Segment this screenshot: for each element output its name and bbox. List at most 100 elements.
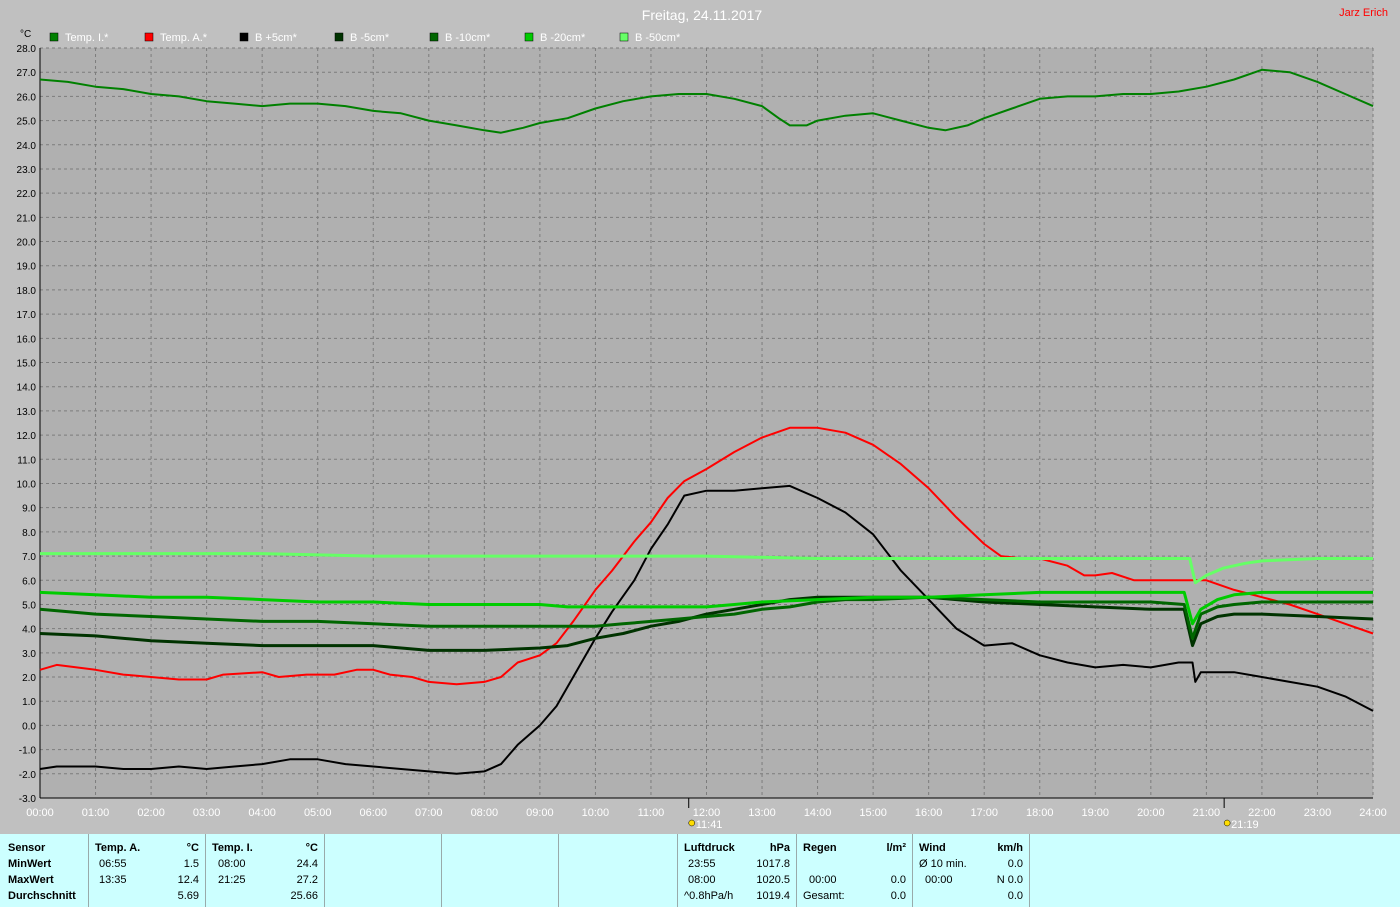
sunrise-icon [688, 819, 695, 827]
pressure-max-val: 1020.5 [756, 874, 790, 886]
y-tick-label: 19.0 [17, 262, 37, 273]
x-tick-label: 12:00 [693, 807, 721, 819]
max-label: MaxWert [8, 874, 54, 886]
marker-label-1: 11:41 [696, 819, 723, 831]
y-tick-label: 22.0 [17, 189, 37, 200]
avg-label: Durchschnitt [8, 890, 76, 902]
y-tick-label: 15.0 [17, 359, 37, 370]
rain-val: 0.0 [890, 874, 906, 886]
legend-swatch [619, 32, 629, 42]
temp-a-header: Temp. A. [95, 842, 141, 854]
y-tick-label: 7.0 [22, 552, 36, 563]
rain-unit: l/m² [886, 842, 906, 854]
pressure-trend: ^0.8hPa/h [684, 890, 734, 902]
x-tick-label: 10:00 [582, 807, 610, 819]
col-temp-a: Temp. A. °C 06:55 1.5 13:35 12.4 5.69 [89, 834, 206, 907]
y-tick-label: 28.0 [17, 44, 37, 55]
legend-swatch [334, 32, 344, 42]
y-tick-label: 16.0 [17, 334, 37, 345]
temp-i-header: Temp. I. [212, 842, 253, 854]
pressure-max-time: 08:00 [688, 874, 716, 886]
temp-a-avg: 5.69 [177, 890, 199, 902]
x-tick-label: 24:00 [1359, 807, 1387, 819]
y-tick-label: 24.0 [17, 141, 37, 152]
y-tick-label: -3.0 [19, 794, 37, 805]
col-wind: Wind km/h Ø 10 min. 0.0 00:00 N 0.0 0.0 [913, 834, 1030, 907]
x-tick-label: 19:00 [1082, 807, 1110, 819]
wind-avg-label: Ø 10 min. [919, 858, 967, 870]
legend-label: Temp. I.* [65, 32, 109, 44]
y-tick-label: 14.0 [17, 383, 37, 394]
y-tick-label: -1.0 [19, 746, 37, 757]
x-tick-label: 09:00 [526, 807, 554, 819]
y-tick-label: 26.0 [17, 92, 37, 103]
y-tick-label: 21.0 [17, 213, 37, 224]
x-tick-label: 02:00 [137, 807, 165, 819]
temp-a-min-time: 06:55 [99, 858, 127, 870]
legend-label: B -5cm* [350, 32, 390, 44]
temp-a-max-time: 13:35 [99, 874, 127, 886]
wind-unit: km/h [997, 842, 1023, 854]
y-axis-label: °C [20, 29, 31, 40]
temp-i-unit: °C [305, 842, 318, 854]
col-empty-3 [559, 834, 678, 907]
y-tick-label: 5.0 [22, 600, 36, 611]
legend-label: B +5cm* [255, 32, 298, 44]
legend-label: B -10cm* [445, 32, 491, 44]
y-tick-label: -2.0 [19, 770, 37, 781]
wind-avg-val: 0.0 [1007, 858, 1023, 870]
pressure-min-time: 23:55 [688, 858, 716, 870]
temp-a-unit: °C [186, 842, 199, 854]
min-label: MinWert [8, 858, 52, 870]
y-tick-label: 9.0 [22, 504, 36, 515]
rain-total-label: Gesamt: [803, 890, 845, 902]
x-tick-label: 20:00 [1137, 807, 1165, 819]
col-rain: Regen l/m² 00:00 0.0 Gesamt: 0.0 [797, 834, 913, 907]
y-tick-label: 6.0 [22, 576, 36, 587]
marker-label-2: 21:19 [1231, 819, 1259, 831]
y-tick-label: 2.0 [22, 673, 36, 684]
legend-swatch [144, 32, 154, 42]
legend-label: B -50cm* [635, 32, 681, 44]
x-tick-label: 17:00 [970, 807, 998, 819]
temp-i-avg: 25.66 [290, 890, 318, 902]
pressure-min-val: 1017.8 [756, 858, 790, 870]
temp-i-min-time: 08:00 [218, 858, 246, 870]
y-tick-label: 10.0 [17, 479, 37, 490]
x-tick-label: 08:00 [471, 807, 499, 819]
x-tick-label: 01:00 [82, 807, 110, 819]
wind-dir-val: N 0.0 [996, 874, 1023, 886]
y-tick-label: 23.0 [17, 165, 37, 176]
x-tick-label: 03:00 [193, 807, 221, 819]
x-tick-label: 05:00 [304, 807, 332, 819]
wind-header: Wind [919, 842, 946, 854]
col-empty-1 [325, 834, 442, 907]
sensor-header: Sensor [8, 842, 46, 854]
legend-swatch [49, 32, 59, 42]
sunset-icon [1223, 819, 1231, 827]
y-tick-label: 8.0 [22, 528, 36, 539]
rain-time: 00:00 [809, 874, 837, 886]
col-sensor: Sensor MinWert MaxWert Durchschnitt [0, 834, 89, 907]
x-tick-label: 00:00 [26, 807, 54, 819]
col-temp-i: Temp. I. °C 08:00 24.4 21:25 27.2 25.66 [206, 834, 325, 907]
legend-swatch [239, 32, 249, 42]
temp-a-max-val: 12.4 [177, 874, 199, 886]
y-tick-label: 12.0 [17, 431, 37, 442]
y-tick-label: 18.0 [17, 286, 37, 297]
x-tick-label: 13:00 [748, 807, 776, 819]
y-tick-label: 4.0 [22, 625, 36, 636]
x-tick-label: 14:00 [804, 807, 832, 819]
y-tick-label: 0.0 [22, 721, 36, 732]
y-tick-label: 11.0 [17, 455, 36, 466]
x-tick-label: 07:00 [415, 807, 443, 819]
pressure-header: Luftdruck [684, 842, 735, 854]
legend-label: Temp. A.* [160, 32, 208, 44]
y-tick-label: 17.0 [17, 310, 37, 321]
y-tick-label: 13.0 [17, 407, 37, 418]
x-tick-label: 22:00 [1248, 807, 1276, 819]
y-tick-label: 27.0 [17, 68, 37, 79]
wind-time: 00:00 [925, 874, 953, 886]
author-label: Jarz Erich [1339, 7, 1388, 19]
temp-i-max-val: 27.2 [296, 874, 318, 886]
